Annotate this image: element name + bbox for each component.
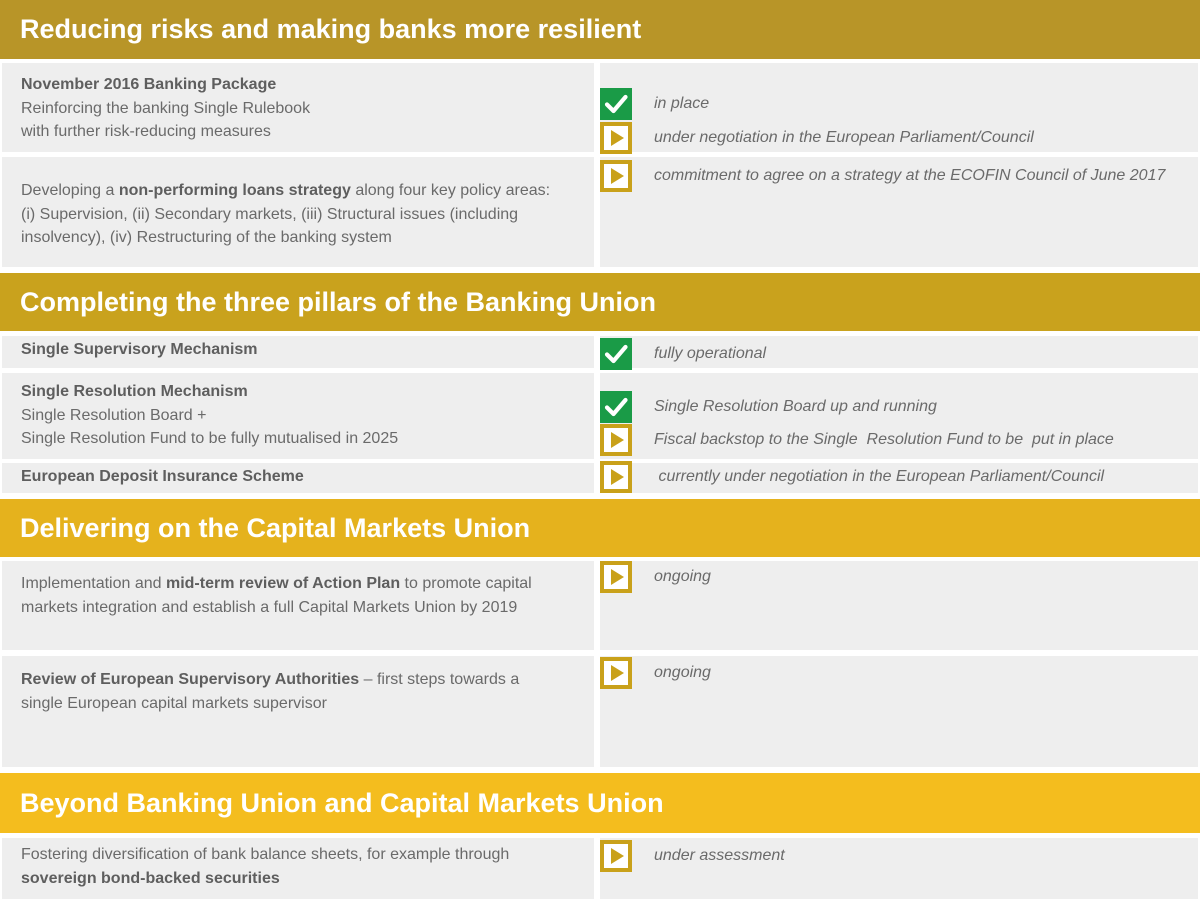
status-cell: in place under negotiation in the Europea… [600,63,1198,154]
status-item: ongoing [600,561,711,593]
status-text: fully operational [654,345,767,362]
bold-text: Review of European Supervisory Authoriti… [21,671,360,688]
status-text: ongoing [654,664,711,681]
section-title: Delivering on the Capital Markets Union [0,499,1200,557]
description-line: Reinforcing the banking Single Rulebook [21,97,310,121]
status-text: Single Resolution Board up and running [654,398,937,415]
status-text: currently under negotiation in the Europ… [654,468,1105,485]
status-text: Fiscal backstop to the Single Resolution… [654,431,1114,448]
bold-text: non-performing loans strategy [118,182,351,199]
description-line: Review of European Supervisory Authoriti… [21,668,519,692]
description-line: Single Resolution Mechanism [21,380,398,404]
description-line: Single Resolution Fund to be fully mutua… [21,427,398,451]
measure-description: Review of European Supervisory Authoriti… [21,668,519,715]
section-title: Reducing risks and making banks more res… [0,0,1200,59]
text-segment: markets integration and establish a full… [21,598,518,616]
text-segment: Developing a [21,182,119,199]
text-segment: Reinforcing the banking Single Rulebook [21,99,311,117]
status-text: commitment to agree on a strategy at the… [654,167,1166,184]
bold-text: Single Resolution Mechanism [21,383,248,400]
status-item: ongoing [600,657,711,689]
status-cell: fully operational [600,336,1198,370]
measure-description: Fostering diversification of bank balanc… [21,843,509,890]
play-arrow-icon [600,160,632,192]
bold-text: European Deposit Insurance Scheme [21,468,304,485]
play-arrow-icon [600,424,632,456]
text-segment: insolvency), (iv) Restructuring of the b… [21,229,392,246]
measure-cell: European Deposit Insurance Scheme [2,463,594,493]
description-line: single European capital markets supervis… [21,692,519,716]
play-arrow-icon [600,840,632,872]
description-line: Implementation and mid-term review of Ac… [21,572,532,596]
text-segment: (i) Supervision, (ii) Secondary markets,… [21,205,519,223]
description-line: Fostering diversification of bank balanc… [21,843,509,867]
bold-text: mid-term review of Action Plan [165,575,401,592]
status-item: under negotiation in the European Parlia… [600,122,1034,154]
status-item: in place [600,88,709,120]
status-text: in place [654,95,710,112]
status-item: Fiscal backstop to the Single Resolution… [600,424,1114,456]
status-cell: under assessment [600,838,1198,899]
text-segment: – first steps towards a [359,671,520,688]
description-line: Single Resolution Board + [21,404,398,428]
text-segment: single European capital markets supervis… [21,694,327,712]
status-item: Single Resolution Board up and running [600,391,937,423]
description-line: European Deposit Insurance Scheme [21,465,304,489]
status-item: fully operational [600,338,766,370]
measure-cell: Single Supervisory Mechanism [2,336,594,368]
section-title: Beyond Banking Union and Capital Markets… [0,773,1200,833]
status-cell: ongoing [600,656,1198,767]
section-title: Completing the three pillars of the Bank… [0,273,1200,331]
text-segment: along four key policy areas: [350,182,551,199]
play-arrow-icon [600,561,632,593]
text-segment: to promote capital [400,575,532,592]
description-line: Developing a non-performing loans strate… [21,179,550,203]
description-line: insolvency), (iv) Restructuring of the b… [21,226,550,250]
status-cell: ongoing [600,561,1198,650]
text-segment: Single Resolution Fund to be fully mutua… [21,430,399,447]
status-item: currently under negotiation in the Europ… [600,461,1104,493]
bold-text: November 2016 Banking Package [21,76,277,93]
measure-description: Implementation and mid-term review of Ac… [21,572,532,619]
measure-description: Developing a non-performing loans strate… [21,179,550,250]
check-icon [600,338,632,370]
bold-text: Single Supervisory Mechanism [21,341,258,358]
text-segment: Single Resolution Board + [21,406,207,424]
measure-cell: Review of European Supervisory Authoriti… [2,656,594,767]
measure-cell: Implementation and mid-term review of Ac… [2,561,594,650]
measure-cell: Fostering diversification of bank balanc… [2,838,594,899]
measure-cell: November 2016 Banking Package Reinforcing… [2,63,594,152]
text-segment: Fostering diversification of bank balanc… [21,846,510,863]
measure-cell: Developing a non-performing loans strate… [2,157,594,267]
measure-description: Single Resolution Mechanism Single Resolu… [21,380,398,451]
play-arrow-icon [600,122,632,154]
check-icon [600,391,632,423]
play-arrow-icon [600,461,632,493]
status-cell: commitment to agree on a strategy at the… [600,157,1198,267]
description-line: November 2016 Banking Package [21,73,310,97]
status-item: under assessment [600,840,785,872]
description-line: Single Supervisory Mechanism [21,338,258,362]
text-segment: with further risk-reducing measures [21,123,271,140]
status-item: commitment to agree on a strategy at the… [600,160,1165,192]
measure-description: Single Supervisory Mechanism [21,338,258,362]
play-arrow-icon [600,657,632,689]
status-text: ongoing [654,568,711,585]
description-line: with further risk-reducing measures [21,120,310,144]
status-cell: currently under negotiation in the Europ… [600,461,1198,493]
measure-description: November 2016 Banking Package Reinforcing… [21,73,310,144]
status-text: under negotiation in the European Parlia… [654,129,1034,146]
description-line: (i) Supervision, (ii) Secondary markets,… [21,203,550,227]
text-segment: Implementation and [21,575,166,592]
measure-description: European Deposit Insurance Scheme [21,465,304,489]
description-line: sovereign bond-backed securities [21,867,509,891]
measure-cell: Single Resolution Mechanism Single Resolu… [2,373,594,459]
description-line: markets integration and establish a full… [21,596,532,620]
status-text: under assessment [654,847,785,864]
status-cell: Single Resolution Board up and running Fi… [600,373,1198,459]
check-icon [600,88,632,120]
bold-text: sovereign bond-backed securities [21,869,280,887]
